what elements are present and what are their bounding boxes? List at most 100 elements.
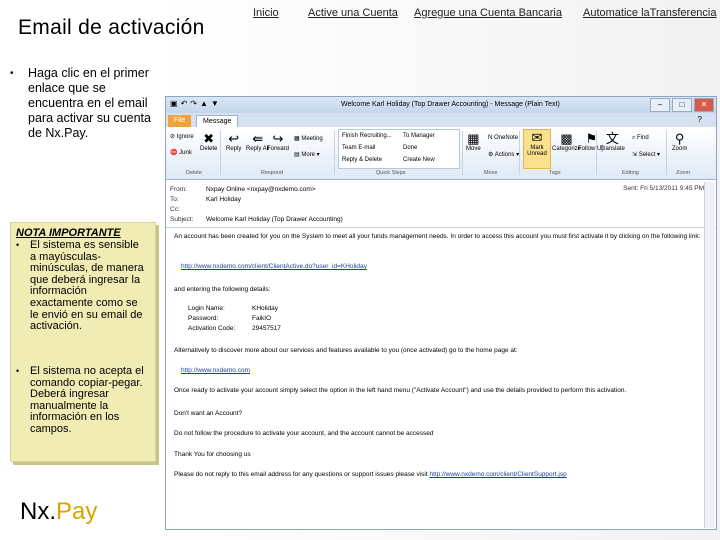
nav-link-automatice[interactable]: Automatice laTransferencia bbox=[583, 7, 717, 19]
find-label: Find bbox=[637, 135, 649, 141]
zoom-icon: ⚲ bbox=[674, 131, 685, 146]
up-arrow-icon[interactable]: ▲ bbox=[200, 99, 208, 108]
zoom-button[interactable]: ⚲ Zoom bbox=[672, 131, 687, 152]
ribbon-tabs: File Message ? bbox=[166, 113, 716, 128]
select-icon: ⇲ bbox=[632, 152, 638, 158]
quick-step-item[interactable]: To Manager bbox=[403, 133, 435, 139]
categorize-label: Categorize bbox=[552, 146, 582, 152]
meeting-icon: ▦ bbox=[294, 136, 300, 142]
zoom-label: Zoom bbox=[672, 146, 688, 152]
ignore-icon: ⊘ bbox=[170, 134, 176, 140]
body-paragraph: Alternatively to discover more about our… bbox=[174, 347, 518, 354]
help-icon[interactable]: ? bbox=[698, 115, 702, 124]
reply-button[interactable]: ↩ Reply bbox=[226, 131, 241, 152]
close-icon[interactable]: ✕ bbox=[694, 98, 714, 112]
forward-label: Forward bbox=[267, 146, 290, 152]
quick-step-item[interactable]: Done bbox=[403, 145, 417, 151]
from-label: From: bbox=[170, 186, 187, 193]
minimize-icon[interactable]: – bbox=[650, 98, 670, 112]
reply-all-button[interactable]: ⇚ Reply All bbox=[246, 131, 269, 152]
undo-icon[interactable]: ↶ bbox=[181, 99, 188, 108]
note-bullet-text: El sistema es sensible a mayúsculas-minú… bbox=[30, 239, 144, 333]
onenote-label: OneNote bbox=[494, 135, 519, 141]
body-paragraph: Once ready to activate your account simp… bbox=[174, 387, 627, 394]
reply-icon: ↩ bbox=[228, 131, 240, 146]
quick-step-item[interactable]: Reply & Delete bbox=[342, 157, 382, 163]
save-icon[interactable]: ▣ bbox=[170, 99, 178, 108]
quick-step-item[interactable]: Team E-mail bbox=[342, 145, 375, 151]
intro-bullet: • Haga clic en el primer enlace que se e… bbox=[10, 66, 160, 141]
translate-icon: 文 bbox=[605, 131, 619, 146]
categorize-button[interactable]: ▩ Categorize bbox=[552, 131, 581, 152]
nxpay-logo: Nx.Pay bbox=[20, 498, 97, 526]
separator bbox=[220, 131, 221, 175]
categorize-icon: ▩ bbox=[560, 131, 573, 146]
select-label: Select bbox=[638, 152, 656, 158]
body-paragraph: Please do not reply to this email addres… bbox=[174, 471, 704, 479]
forward-icon: ↪ bbox=[272, 131, 284, 146]
envelope-icon: ✉ bbox=[531, 130, 543, 145]
reply-label: Reply bbox=[226, 146, 242, 152]
delete-button[interactable]: ✖ Delete bbox=[200, 131, 217, 152]
nav-link-agregue-cuenta[interactable]: Agregue una Cuenta Bancaria bbox=[414, 7, 562, 19]
support-link[interactable]: http://www.nxdemo.com/client/ClientSuppo… bbox=[429, 471, 566, 478]
onenote-icon: N bbox=[488, 135, 493, 141]
nav-link-inicio[interactable]: Inicio bbox=[253, 7, 279, 19]
vertical-scrollbar[interactable] bbox=[704, 182, 715, 528]
note-bullet: • El sistema es sensible a mayúsculas-mi… bbox=[16, 239, 144, 333]
more-label: More bbox=[301, 152, 316, 158]
ignore-label: Ignore bbox=[176, 134, 194, 140]
body-paragraph: Thank You for choosing us bbox=[174, 451, 251, 458]
maximize-icon[interactable]: □ bbox=[672, 98, 692, 112]
mark-unread-button[interactable]: ✉ Mark Unread bbox=[523, 129, 551, 169]
nav-link-active-cuenta[interactable]: Active una Cuenta bbox=[308, 7, 398, 19]
binoculars-icon: ⌕ bbox=[632, 135, 636, 141]
bullet-icon: • bbox=[16, 240, 20, 250]
subject-value: Welcome Karl Holiday (Top Drawer Account… bbox=[206, 216, 343, 223]
onenote-button[interactable]: N OneNote bbox=[488, 135, 518, 141]
translate-button[interactable]: 文 Translate bbox=[600, 131, 625, 152]
group-label-zoom: Zoom bbox=[676, 170, 691, 176]
find-button[interactable]: ⌕ Find bbox=[632, 135, 649, 142]
cc-label: Cc: bbox=[170, 206, 180, 213]
move-button[interactable]: ▦ Move bbox=[466, 131, 481, 152]
window-titlebar: ▣ ↶ ↷ ▲ ▼ Welcome Karl Holiday (Top Draw… bbox=[166, 97, 716, 113]
ribbon: ⊘ Ignore ⛔ Junk ✖ Delete ↩ Reply ⇚ Reply Al… bbox=[166, 127, 716, 180]
group-label-editing: Editing bbox=[622, 170, 639, 176]
actions-button[interactable]: ⚙ Actions ▾ bbox=[488, 151, 519, 158]
quick-steps-gallery: Finish Recruiting... Team E-mail Reply &… bbox=[338, 129, 460, 169]
meeting-button[interactable]: ▦ Meeting bbox=[294, 135, 323, 142]
window-controls: – □ ✕ bbox=[650, 98, 714, 112]
activation-link[interactable]: http://www.nxdemo.com/client/ClientActiv… bbox=[181, 263, 711, 271]
junk-button[interactable]: ⛔ Junk bbox=[170, 149, 192, 156]
password-label: Password: bbox=[188, 315, 219, 322]
body-paragraph: An account has been created for you on t… bbox=[174, 233, 701, 240]
separator bbox=[596, 131, 597, 175]
separator bbox=[519, 131, 520, 175]
important-note-box: NOTA IMPORTANTE • El sistema es sensible… bbox=[10, 222, 156, 462]
separator bbox=[462, 131, 463, 175]
activation-code-label: Activation Code: bbox=[188, 325, 236, 332]
note-bullet-text: El sistema no acepta el comando copiar-p… bbox=[30, 365, 144, 435]
home-page-link[interactable]: http://www.nxdemo.com bbox=[181, 367, 711, 375]
note-title: NOTA IMPORTANTE bbox=[16, 227, 121, 239]
tab-file[interactable]: File bbox=[168, 115, 192, 127]
down-arrow-icon[interactable]: ▼ bbox=[211, 99, 219, 108]
to-value[interactable]: Karl Holiday bbox=[206, 196, 241, 203]
ignore-button[interactable]: ⊘ Ignore bbox=[170, 133, 194, 140]
redo-icon[interactable]: ↷ bbox=[190, 99, 197, 108]
login-value: KHoliday bbox=[252, 305, 279, 312]
more-button[interactable]: ▤ More ▾ bbox=[294, 151, 320, 158]
body-paragraph: Do not follow the procedure to activate … bbox=[174, 430, 434, 437]
from-value[interactable]: Nxpay Online <nxpay@nxdemo.com> bbox=[206, 186, 316, 193]
delete-icon: ✖ bbox=[203, 131, 215, 146]
quick-step-item[interactable]: Finish Recruiting... bbox=[342, 133, 392, 139]
meeting-label: Meeting bbox=[301, 136, 323, 142]
forward-button[interactable]: ↪ Forward bbox=[267, 131, 289, 152]
message-header: From: Nxpay Online <nxpay@nxdemo.com> To… bbox=[166, 182, 716, 228]
intro-text: Haga clic en el primer enlace que se enc… bbox=[28, 66, 151, 140]
password-value: FaikIO bbox=[252, 315, 272, 322]
quick-step-item[interactable]: Create New bbox=[403, 157, 435, 163]
junk-icon: ⛔ bbox=[170, 150, 178, 156]
select-button[interactable]: ⇲ Select ▾ bbox=[632, 151, 660, 158]
